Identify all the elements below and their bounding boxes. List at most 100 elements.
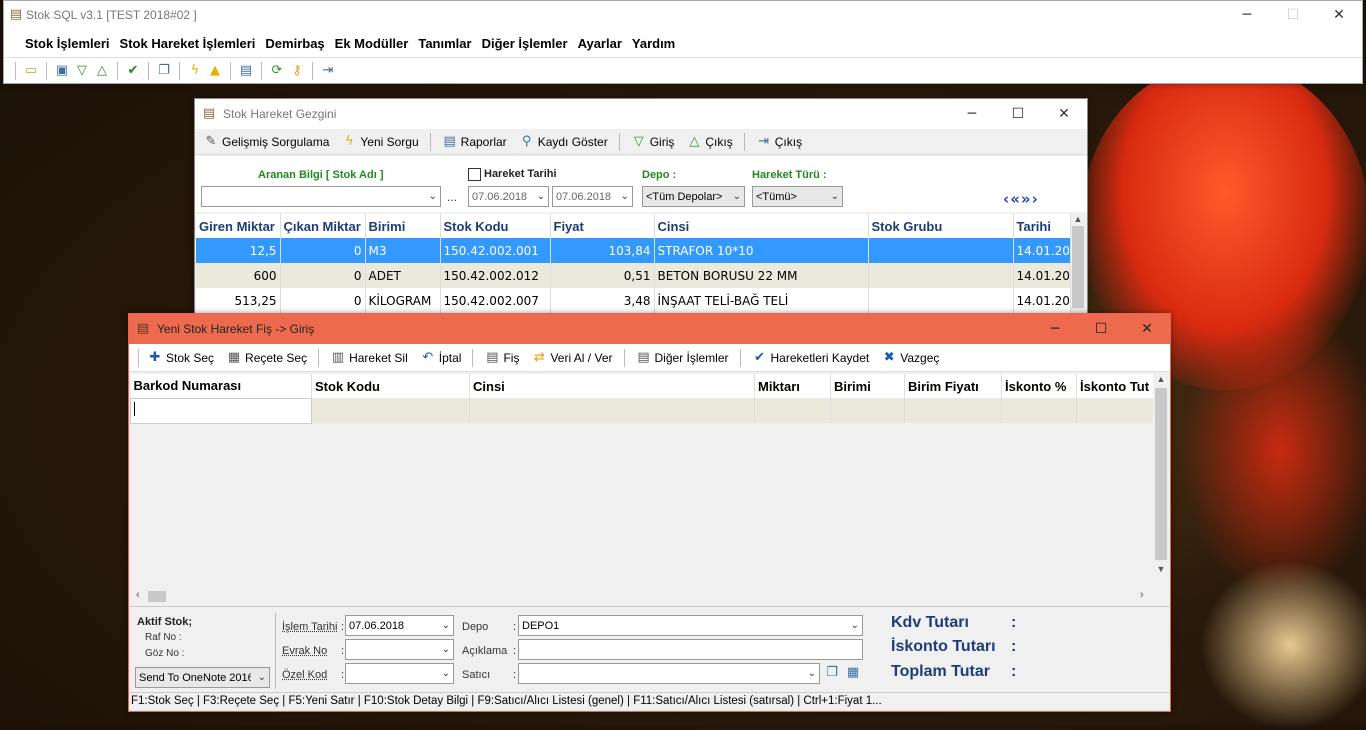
iptal-button[interactable]: ↶ İptal — [416, 350, 466, 366]
col-header[interactable]: Barkod Numarası — [130, 374, 312, 398]
col-header[interactable]: Çıkan Miktar — [280, 214, 366, 238]
new-query-button[interactable]: ϟ Yeni Sorgu — [337, 134, 422, 150]
scroll-left-icon[interactable]: ‹ — [136, 589, 140, 601]
scrollbar-thumb[interactable] — [1072, 226, 1084, 308]
fis-button[interactable]: ▤ Fiş — [480, 350, 523, 366]
close-button[interactable]: ✕ — [1316, 7, 1362, 23]
maximize-button[interactable]: ☐ — [995, 106, 1041, 122]
date-to[interactable]: 07.06.2018 ⌄ — [552, 186, 633, 207]
aciklama-field[interactable] — [518, 639, 863, 660]
menu-diger[interactable]: Diğer İşlemler — [477, 36, 573, 51]
col-header[interactable]: Birimi — [830, 374, 905, 398]
fis-vscrollbar[interactable]: ▲ ▼ — [1153, 374, 1169, 588]
recete-sec-button[interactable]: ▦ Reçete Seç — [222, 350, 311, 366]
exit-icon[interactable]: ⇥ — [320, 63, 336, 79]
depo-field[interactable]: DEPO1 ⌄ — [518, 615, 863, 636]
nav-last-icon[interactable]: » — [1021, 190, 1032, 208]
close-button[interactable]: ✕ — [1124, 321, 1170, 337]
depo-label: Depo — [462, 621, 489, 633]
menu-stok-hareket[interactable]: Stok Hareket İşlemleri — [115, 36, 261, 51]
table-row[interactable]: 600 0 ADET 150.42.002.012 0,51 BETON BOR… — [196, 263, 1071, 288]
col-header[interactable]: Stok Kodu — [311, 374, 470, 398]
table-row[interactable] — [130, 397, 1154, 424]
arrow-down-icon[interactable]: ▽ — [74, 63, 90, 79]
ozel-kod-field[interactable]: ⌄ — [345, 663, 454, 684]
evrak-no-field[interactable]: ⌄ — [345, 639, 454, 660]
show-record-button[interactable]: ⚲ Kaydı Göster — [515, 134, 612, 150]
col-header[interactable]: Tarihi — [1013, 214, 1071, 238]
stok-sec-button[interactable]: ✚ Stok Seç — [143, 350, 218, 366]
advanced-query-button[interactable]: ✎ Gelişmiş Sorgulama — [199, 134, 333, 150]
calculator-icon[interactable]: ▦ — [845, 665, 861, 681]
scrollbar-thumb[interactable] — [1155, 388, 1167, 560]
lightning-icon[interactable]: ϟ — [187, 63, 203, 79]
vazgec-button[interactable]: ✖ Vazgeç — [877, 350, 943, 366]
refresh-icon[interactable]: ⟳ — [269, 63, 285, 79]
col-header[interactable]: Cinsi — [469, 374, 755, 398]
depo-combo[interactable]: <Tüm Depolar> ⌄ — [642, 186, 745, 207]
satici-field[interactable]: ⌄ — [518, 663, 820, 684]
search-combo[interactable]: ⌄ — [201, 186, 441, 207]
send-to-combo[interactable]: Send To OneNote 2016 ⌄ — [135, 667, 270, 688]
nav-next-icon[interactable]: › — [1032, 190, 1039, 208]
exit-out-button[interactable]: △ Çıkış — [682, 134, 736, 150]
gezgin-scrollbar[interactable]: ▲ — [1071, 214, 1085, 322]
check-icon[interactable]: ✔ — [125, 63, 141, 79]
arrow-up-icon[interactable]: △ — [94, 63, 110, 79]
menu-ayarlar[interactable]: Ayarlar — [573, 36, 627, 51]
bell-icon[interactable]: ▲ — [207, 63, 223, 79]
scroll-up-icon[interactable]: ▲ — [1153, 374, 1169, 384]
kaydet-button[interactable]: ✔ Hareketleri Kaydet — [748, 350, 874, 366]
fis-hscrollbar[interactable]: ‹ › — [130, 588, 1153, 604]
col-header[interactable]: Giren Miktar — [196, 214, 281, 238]
barkod-input[interactable] — [130, 397, 312, 424]
key-icon[interactable]: ⚷ — [289, 63, 305, 79]
islem-tarihi-field[interactable]: 07.06.2018 ⌄ — [345, 615, 454, 636]
date-checkbox[interactable] — [468, 168, 481, 181]
clipboard-icon[interactable]: ▤ — [238, 63, 254, 79]
gezgin-titlebar[interactable]: ▤ Stok Hareket Gezgini ─ ☐ ✕ — [195, 99, 1087, 129]
col-header[interactable]: İskonto Tut — [1076, 374, 1154, 398]
close-window-button[interactable]: ⇥ Çıkış — [752, 134, 806, 150]
scroll-right-icon[interactable]: › — [1140, 589, 1144, 601]
col-header[interactable]: Birimi — [365, 214, 441, 238]
scroll-down-icon[interactable]: ▼ — [1153, 564, 1169, 574]
hareket-sil-button[interactable]: ▥ Hareket Sil — [326, 350, 412, 366]
col-header[interactable]: Cinsi — [654, 214, 869, 238]
veri-button[interactable]: ⇄ Veri Al / Ver — [527, 350, 616, 366]
scroll-up-icon[interactable]: ▲ — [1071, 214, 1085, 224]
col-header[interactable]: Miktarı — [754, 374, 831, 398]
table-row[interactable]: 12,5 0 M3 150.42.002.001 103,84 STRAFOR … — [196, 238, 1071, 263]
date-from[interactable]: 07.06.2018 ⌄ — [468, 186, 549, 207]
fis-titlebar[interactable]: ▤ Yeni Stok Hareket Fiş -> Giriş ─ ☐ ✕ — [129, 314, 1170, 344]
minimize-button[interactable]: ─ — [949, 106, 995, 122]
menu-tanimlar[interactable]: Tanımlar — [413, 36, 476, 51]
col-header[interactable]: Birim Fiyatı — [904, 374, 1002, 398]
folder-open-icon[interactable]: ▭ — [23, 63, 39, 79]
menu-yardim[interactable]: Yardım — [627, 36, 680, 51]
maximize-button[interactable]: ☐ — [1078, 321, 1124, 337]
ellipsis-button[interactable]: ... — [447, 190, 457, 204]
windows-icon[interactable]: ❐ — [824, 665, 840, 681]
menu-demirbas[interactable]: Demirbaş — [260, 36, 329, 51]
col-header[interactable]: İskonto % — [1001, 374, 1077, 398]
col-header[interactable]: Stok Grubu — [868, 214, 1014, 238]
menu-ek-moduller[interactable]: Ek Modüller — [330, 36, 414, 51]
entry-button[interactable]: ▽ Giriş — [627, 134, 679, 150]
scrollbar-thumb[interactable] — [148, 591, 166, 602]
type-combo[interactable]: <Tümü> ⌄ — [752, 186, 843, 207]
main-titlebar[interactable]: ▤ Stok SQL v3.1 [TEST 2018#02 ] ─ ☐ ✕ — [4, 1, 1362, 29]
windows-icon[interactable]: ❐ — [156, 63, 172, 79]
window-icon[interactable]: ▣ — [54, 63, 70, 79]
menu-stok-islemleri[interactable]: Stok İşlemleri — [20, 36, 115, 51]
table-row[interactable]: 513,25 0 KİLOGRAM 150.42.002.007 3,48 İN… — [196, 288, 1071, 313]
maximize-button[interactable]: ☐ — [1270, 7, 1316, 23]
minimize-button[interactable]: ─ — [1224, 7, 1270, 23]
col-header[interactable]: Stok Kodu — [440, 214, 551, 238]
minimize-button[interactable]: ─ — [1032, 321, 1078, 337]
nav-first-icon[interactable]: « — [1010, 190, 1021, 208]
close-button[interactable]: ✕ — [1041, 106, 1087, 122]
col-header[interactable]: Fiyat — [550, 214, 655, 238]
reports-button[interactable]: ▤ Raporlar — [438, 134, 511, 150]
diger-button[interactable]: ▤ Diğer İşlemler — [632, 350, 733, 366]
